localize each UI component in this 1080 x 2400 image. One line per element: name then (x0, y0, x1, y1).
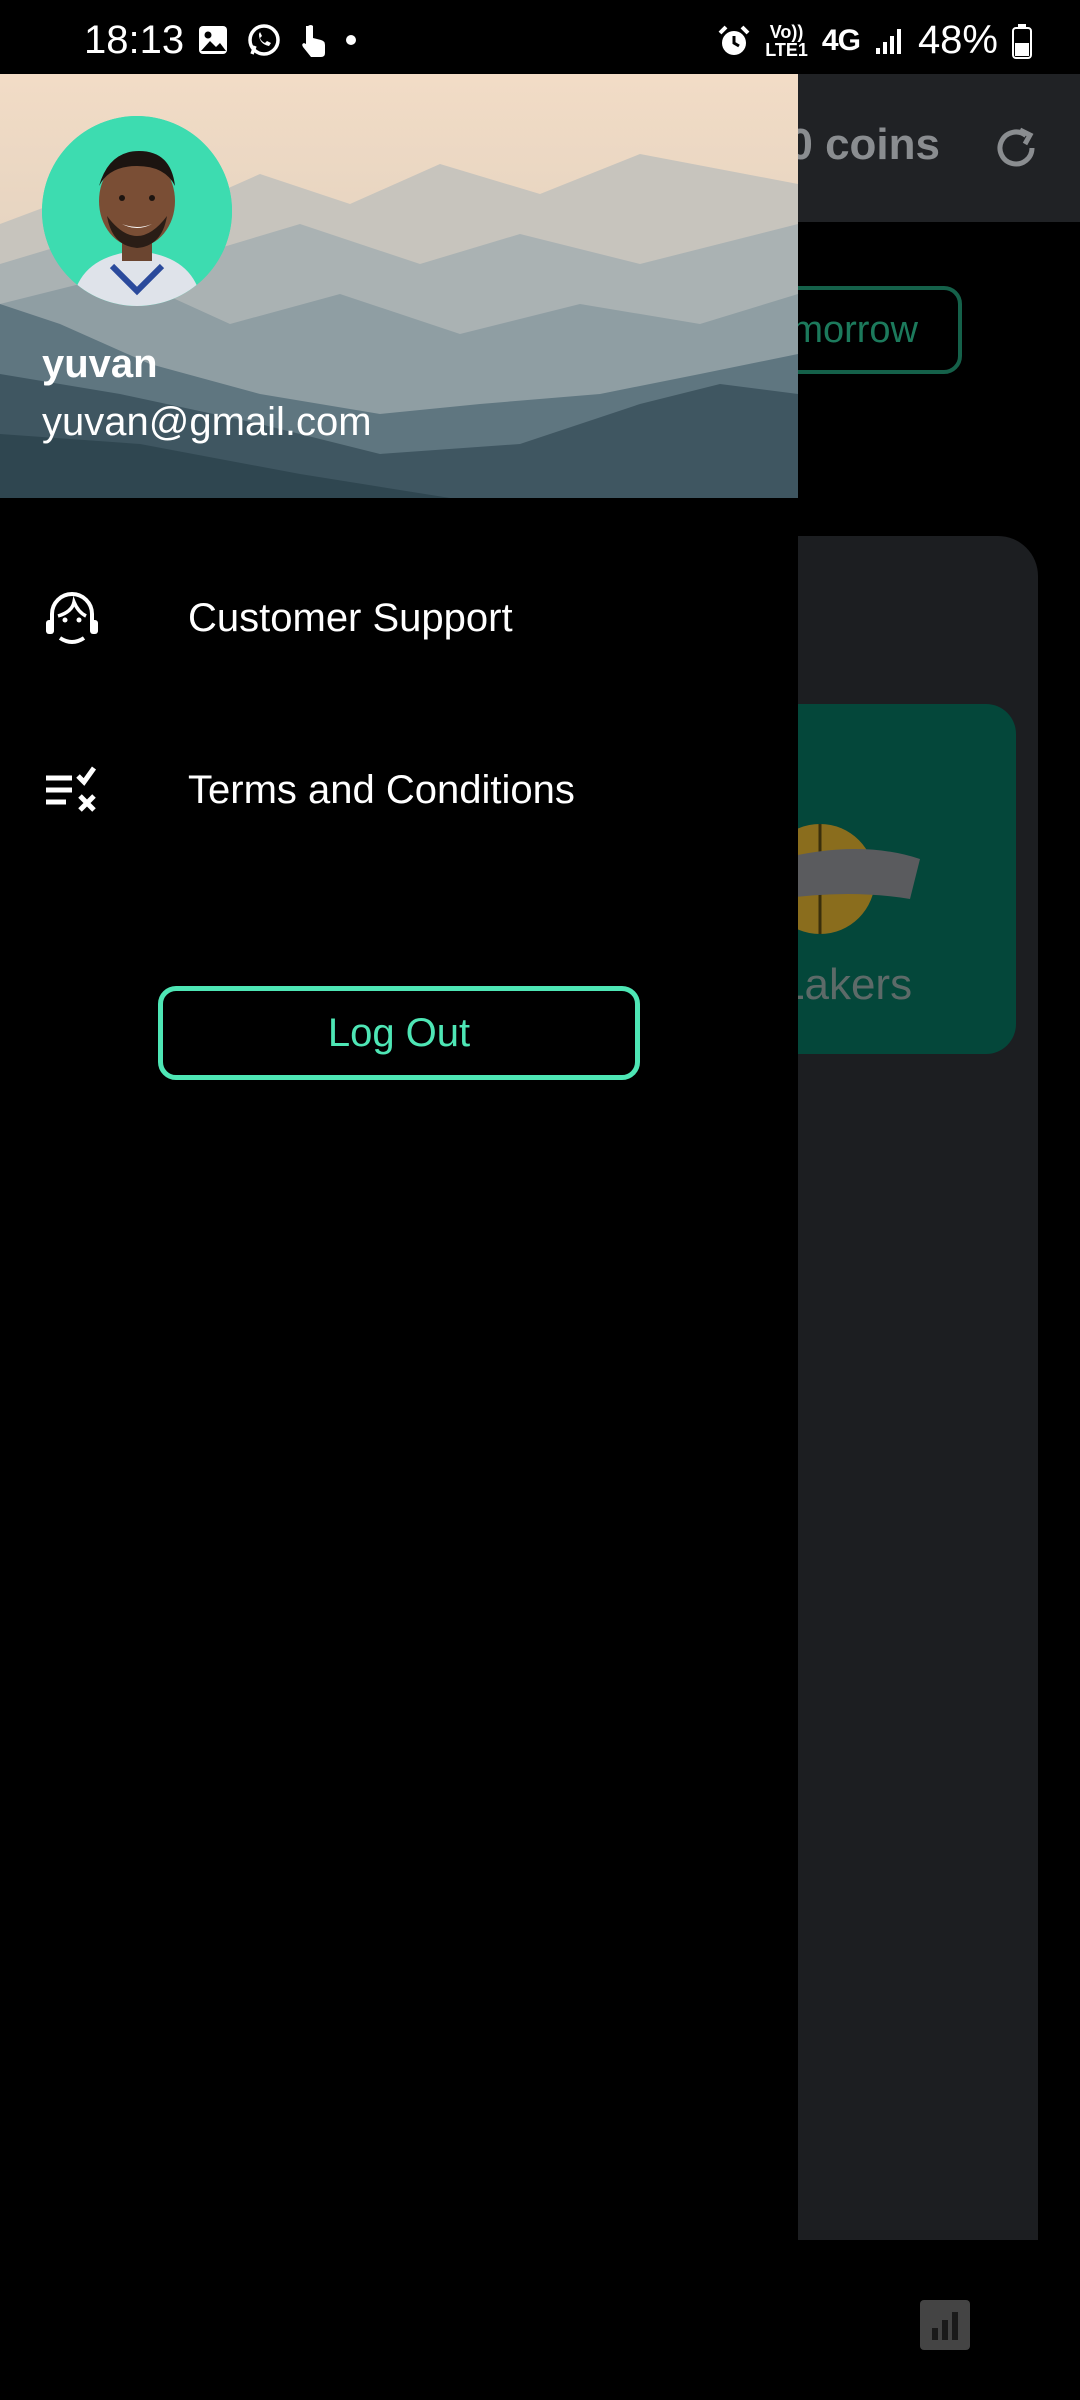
navigation-drawer: yuvan yuvan@gmail.com Customer Support T… (0, 74, 798, 2400)
avatar-photo (42, 116, 232, 306)
battery-icon (1012, 23, 1032, 59)
user-name: yuvan (42, 342, 158, 386)
system-icons: Vo)) LTE1 4G 48% (717, 18, 1032, 63)
volte-indicator: Vo)) LTE1 (765, 23, 808, 59)
profile-avatar[interactable] (42, 116, 232, 306)
user-email: yuvan@gmail.com (42, 400, 372, 444)
menu-label-customer-support: Customer Support (188, 595, 513, 640)
drawer-header: yuvan yuvan@gmail.com (0, 74, 798, 498)
stats-icon[interactable] (920, 2300, 970, 2350)
menu-label-terms: Terms and Conditions (188, 767, 575, 812)
refresh-icon[interactable] (990, 122, 1042, 174)
logout-button[interactable]: Log Out (158, 986, 640, 1080)
battery-percent: 48% (917, 18, 998, 62)
headset-support-icon (46, 592, 98, 644)
status-bar: 18:13 Vo)) LTE1 4G 48% (0, 0, 1080, 74)
volte-label: Vo)) (769, 21, 804, 42)
checklist-icon (46, 766, 97, 812)
notification-icons (196, 22, 358, 58)
signal-icon (875, 28, 901, 54)
status-time: 18:13 (84, 18, 185, 62)
team-name: Lakers (780, 960, 913, 1009)
network-type: 4G (821, 23, 861, 57)
menu-item-customer-support[interactable]: Customer Support (0, 558, 798, 678)
alarm-icon (718, 25, 750, 55)
menu-item-terms[interactable]: Terms and Conditions (0, 730, 798, 850)
dot-icon (346, 35, 356, 45)
touch-icon (302, 25, 325, 57)
lte-label: LTE1 (765, 39, 808, 60)
gallery-icon (199, 26, 227, 54)
whatsapp-icon (248, 24, 280, 56)
